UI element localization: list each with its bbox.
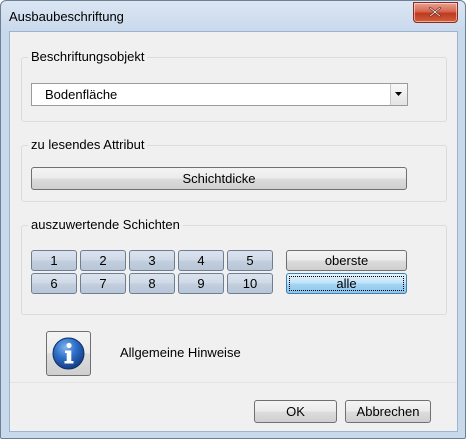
info-icon <box>52 337 85 370</box>
allgemeine-hinweise-label: Allgemeine Hinweise <box>120 345 241 360</box>
layer-button-9[interactable]: 9 <box>178 273 224 294</box>
allgemeine-hinweise-button[interactable] <box>46 331 91 376</box>
dialog-body: Beschriftungsobjekt Bodenfläche zu lesen… <box>9 31 458 432</box>
schichtdicke-button[interactable]: Schichtdicke <box>31 167 407 190</box>
layer-button-7[interactable]: 7 <box>80 273 126 294</box>
layer-button-10[interactable]: 10 <box>227 273 273 294</box>
select-value: Bodenfläche <box>45 87 118 102</box>
group-beschriftungsobjekt: Beschriftungsobjekt Bodenfläche <box>21 49 447 122</box>
chevron-down-icon <box>395 92 402 96</box>
cancel-label: Abbrechen <box>356 404 420 419</box>
close-icon <box>429 7 441 17</box>
dialog-window: Ausbaubeschriftung Beschriftungsobjekt B… <box>0 0 466 439</box>
group-title-beschriftungsobjekt: Beschriftungsobjekt <box>28 49 148 65</box>
footer-separator <box>10 382 457 383</box>
layer-button-2[interactable]: 2 <box>80 250 126 271</box>
alle-button[interactable]: alle <box>286 273 407 294</box>
group-attribut: zu lesendes Attribut Schichtdicke <box>21 137 447 202</box>
group-title-attribut: zu lesendes Attribut <box>28 137 148 153</box>
group-title-schichten: auszuwertende Schichten <box>28 217 183 233</box>
layer-button-6[interactable]: 6 <box>31 273 77 294</box>
close-button[interactable] <box>413 2 458 23</box>
window-title: Ausbaubeschriftung <box>9 9 124 24</box>
layer-button-1[interactable]: 1 <box>31 250 77 271</box>
ok-button[interactable]: OK <box>254 400 337 423</box>
dropdown-button[interactable] <box>390 84 407 105</box>
group-schichten: auszuwertende Schichten 1 2 3 4 5 6 7 8 … <box>21 217 447 315</box>
ok-label: OK <box>286 404 305 419</box>
layer-button-5[interactable]: 5 <box>227 250 273 271</box>
layer-button-8[interactable]: 8 <box>129 273 175 294</box>
focus-rectangle <box>289 276 404 291</box>
beschriftungsobjekt-select[interactable]: Bodenfläche <box>31 83 408 106</box>
schichtdicke-label: Schichtdicke <box>182 171 256 186</box>
oberste-button[interactable]: oberste <box>286 250 407 271</box>
title-bar[interactable]: Ausbaubeschriftung <box>1 1 465 31</box>
oberste-label: oberste <box>324 253 369 268</box>
cancel-button[interactable]: Abbrechen <box>345 400 431 423</box>
layer-button-3[interactable]: 3 <box>129 250 175 271</box>
layer-button-4[interactable]: 4 <box>178 250 224 271</box>
